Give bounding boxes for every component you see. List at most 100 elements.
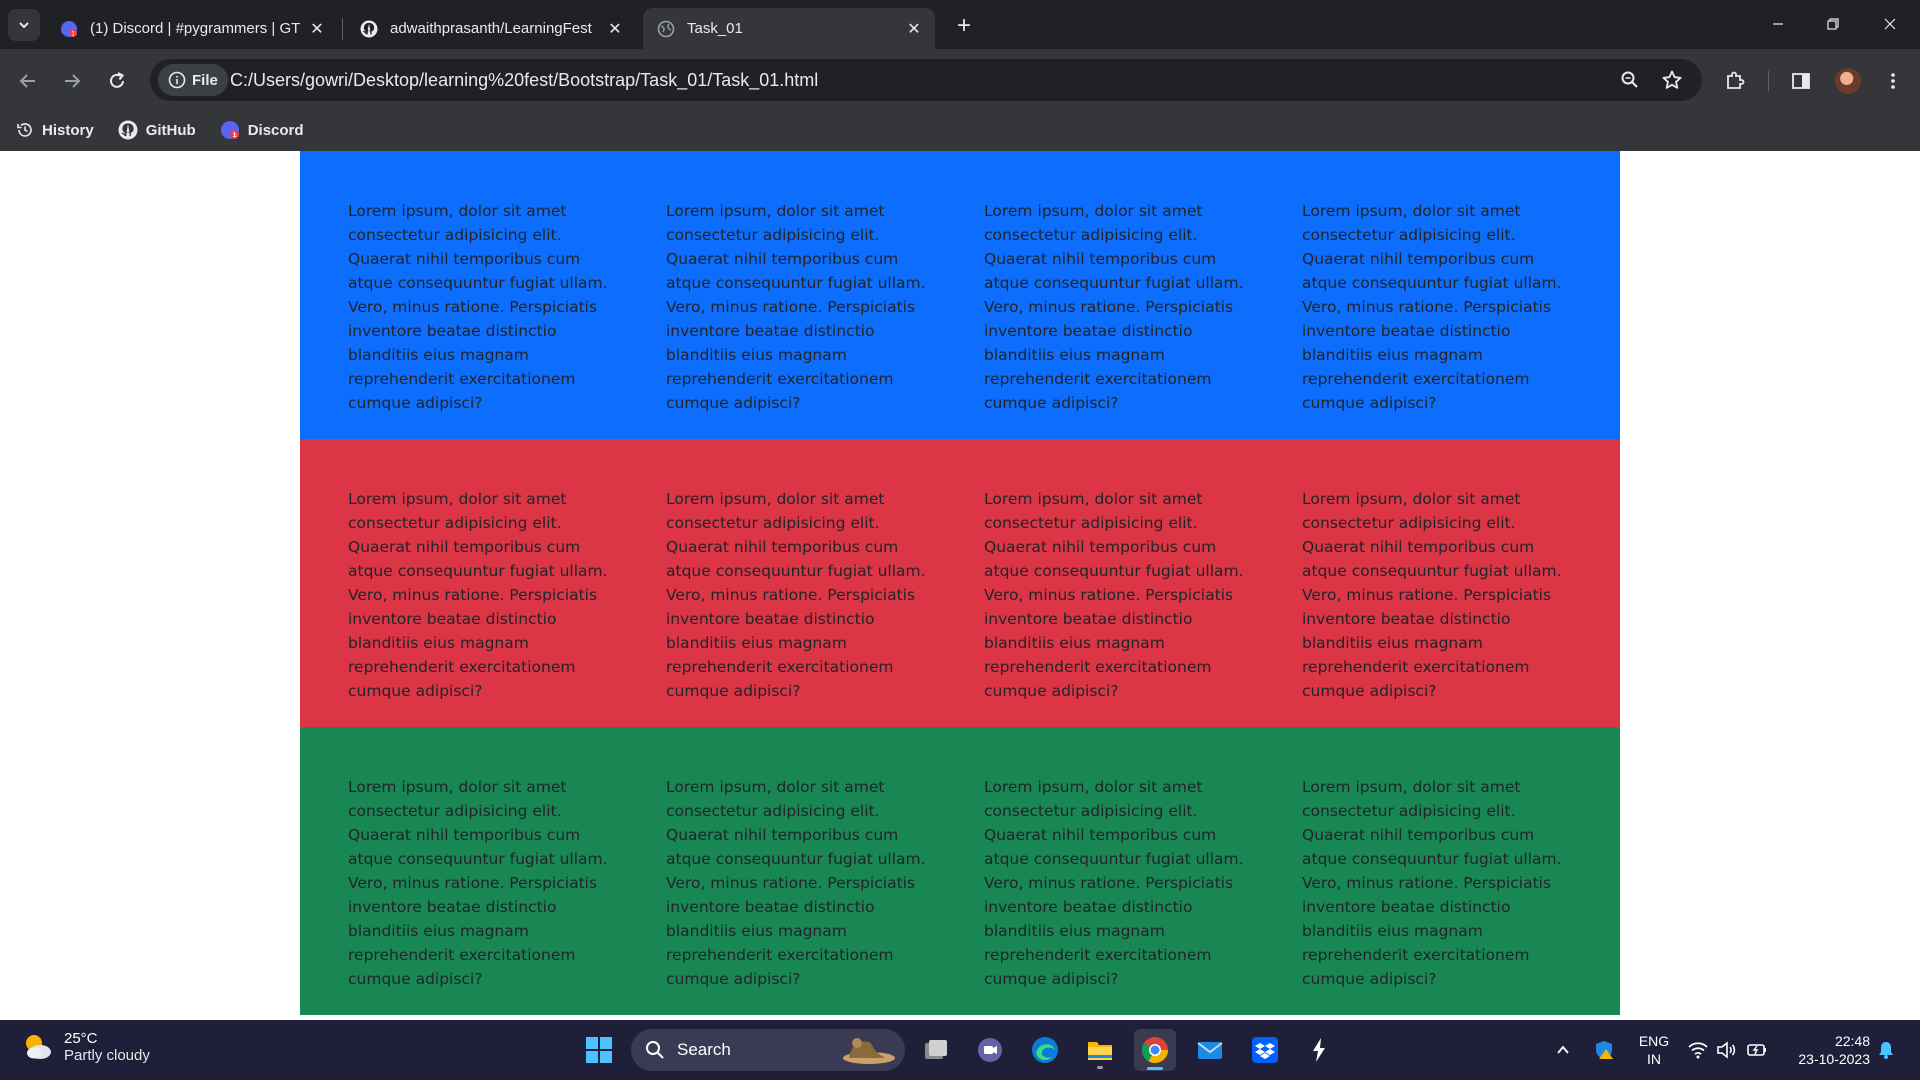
puzzle-icon [1727, 71, 1745, 89]
zoom-icon[interactable] [1618, 68, 1642, 92]
toolbar-divider [1768, 71, 1769, 91]
dropbox-icon [1252, 1037, 1278, 1063]
column: Lorem ipsum, dolor sit amet consectetur … [1278, 199, 1596, 439]
show-hidden-icons-button[interactable] [1551, 1020, 1575, 1080]
column: Lorem ipsum, dolor sit amet consectetur … [960, 775, 1278, 1015]
task-view-icon [925, 1040, 947, 1059]
profile-avatar[interactable] [1835, 68, 1861, 94]
menu-button[interactable] [1876, 64, 1910, 98]
close-icon[interactable]: ✕ [306, 18, 328, 40]
reload-icon [110, 72, 124, 88]
new-tab-button[interactable]: + [950, 12, 978, 40]
language-indicator[interactable]: ENG IN [1634, 1032, 1674, 1068]
shield-icon [1596, 1041, 1613, 1059]
wifi-icon [1688, 1042, 1708, 1059]
green-row: Lorem ipsum, dolor sit amet consectetur … [300, 727, 1620, 1015]
active-indicator [1147, 1067, 1163, 1070]
browser-toolbar: File C:/Users/gowri/Desktop/learning%20f… [0, 49, 1920, 159]
svg-text:1: 1 [71, 30, 75, 37]
column: Lorem ipsum, dolor sit amet consectetur … [324, 199, 642, 439]
bookmark-github[interactable]: GitHub [118, 120, 196, 140]
column: Lorem ipsum, dolor sit amet consectetur … [642, 487, 960, 727]
bookmark-label: Discord [247, 121, 304, 139]
site-info-chip[interactable]: File [158, 64, 228, 96]
notifications-button[interactable] [1874, 1020, 1898, 1080]
task-view-button[interactable] [915, 1029, 957, 1071]
lorem-paragraph: Lorem ipsum, dolor sit amet consectetur … [348, 202, 608, 412]
start-button[interactable] [578, 1029, 620, 1071]
mail-icon [1197, 1042, 1223, 1059]
mail-button[interactable] [1189, 1029, 1231, 1071]
bookmark-label: GitHub [145, 121, 196, 139]
history-icon [17, 123, 32, 137]
close-icon[interactable]: ✕ [604, 18, 626, 40]
extensions-button[interactable] [1718, 64, 1752, 98]
teams-chat-button[interactable] [969, 1029, 1011, 1071]
bell-icon [1879, 1042, 1893, 1059]
edge-button[interactable] [1024, 1029, 1066, 1071]
weather-widget[interactable]: 25°C Partly cloudy [20, 1030, 150, 1064]
column: Lorem ipsum, dolor sit amet consectetur … [960, 487, 1278, 727]
lorem-paragraph: Lorem ipsum, dolor sit amet consectetur … [666, 202, 926, 412]
language-code: ENG [1638, 1033, 1670, 1049]
forward-button[interactable] [55, 64, 89, 98]
tab-title: Task_01 [687, 20, 743, 37]
back-button[interactable] [11, 64, 45, 98]
globe-icon [657, 20, 675, 38]
side-panel-button[interactable] [1784, 64, 1818, 98]
search-icon [646, 1041, 664, 1059]
bootstrap-container: Lorem ipsum, dolor sit amet consectetur … [300, 151, 1620, 1015]
bookmark-discord[interactable]: 1 Discord [220, 120, 304, 140]
clock[interactable]: 22:48 23-10-2023 [1780, 1032, 1870, 1068]
lightning-icon [1313, 1038, 1325, 1062]
tab-discord[interactable]: 1 (1) Discord | #pygrammers | GT ✕ [46, 8, 338, 49]
security-tray-icon[interactable] [1591, 1020, 1617, 1080]
discord-icon: 1 [220, 121, 239, 139]
dropbox-button[interactable] [1244, 1029, 1286, 1071]
lorem-paragraph: Lorem ipsum, dolor sit amet consectetur … [666, 778, 926, 988]
volume-button[interactable] [1714, 1020, 1738, 1080]
reload-button[interactable] [100, 64, 134, 98]
teams-chat-icon [978, 1038, 1002, 1062]
minimize-button[interactable] [1755, 6, 1801, 42]
file-explorer-button[interactable] [1079, 1029, 1121, 1071]
close-icon [1884, 18, 1896, 30]
restore-button[interactable] [1810, 6, 1856, 42]
tab-strip: 1 (1) Discord | #pygrammers | GT ✕ adwai… [0, 0, 1920, 49]
lorem-paragraph: Lorem ipsum, dolor sit amet consectetur … [984, 490, 1244, 700]
taskbar-search[interactable]: Search [631, 1029, 905, 1071]
url-text[interactable]: C:/Users/gowri/Desktop/learning%20fest/B… [230, 70, 818, 91]
close-window-button[interactable] [1867, 6, 1913, 42]
lorem-paragraph: Lorem ipsum, dolor sit amet consectetur … [984, 202, 1244, 412]
close-icon[interactable]: ✕ [903, 18, 925, 40]
lorem-paragraph: Lorem ipsum, dolor sit amet consectetur … [1302, 778, 1562, 988]
chevron-down-icon [19, 22, 29, 29]
github-icon [360, 20, 378, 38]
column: Lorem ipsum, dolor sit amet consectetur … [1278, 487, 1596, 727]
tab-task-01[interactable]: Task_01 ✕ [643, 8, 935, 49]
clock-time: 22:48 [1834, 1033, 1870, 1049]
edge-icon [1032, 1037, 1058, 1063]
bookmark-history[interactable]: History [16, 121, 94, 139]
battery-button[interactable] [1744, 1020, 1770, 1080]
partly-cloudy-icon [26, 1035, 51, 1059]
bookmarks-bar: History GitHub 1 Discord [0, 113, 312, 147]
tab-search-button[interactable] [8, 9, 40, 41]
discord-icon: 1 [60, 20, 78, 38]
search-highlight-icon [843, 1038, 895, 1064]
column: Lorem ipsum, dolor sit amet consectetur … [324, 487, 642, 727]
svg-text:1: 1 [232, 131, 237, 139]
windows-icon [586, 1037, 612, 1063]
bookmark-label: History [42, 121, 94, 139]
network-button[interactable] [1686, 1020, 1710, 1080]
bookmark-star-icon[interactable] [1660, 68, 1684, 92]
clock-date: 23-10-2023 [1798, 1051, 1870, 1067]
lorem-paragraph: Lorem ipsum, dolor sit amet consectetur … [1302, 490, 1562, 700]
running-indicator [1097, 1066, 1103, 1069]
address-bar[interactable]: File C:/Users/gowri/Desktop/learning%20f… [150, 59, 1702, 101]
app-launcher-button[interactable] [1298, 1029, 1340, 1071]
chrome-icon [1141, 1037, 1169, 1064]
battery-icon [1747, 1044, 1766, 1056]
chrome-button[interactable] [1134, 1029, 1176, 1071]
tab-github[interactable]: adwaithprasanth/LearningFest ✕ [346, 8, 636, 49]
